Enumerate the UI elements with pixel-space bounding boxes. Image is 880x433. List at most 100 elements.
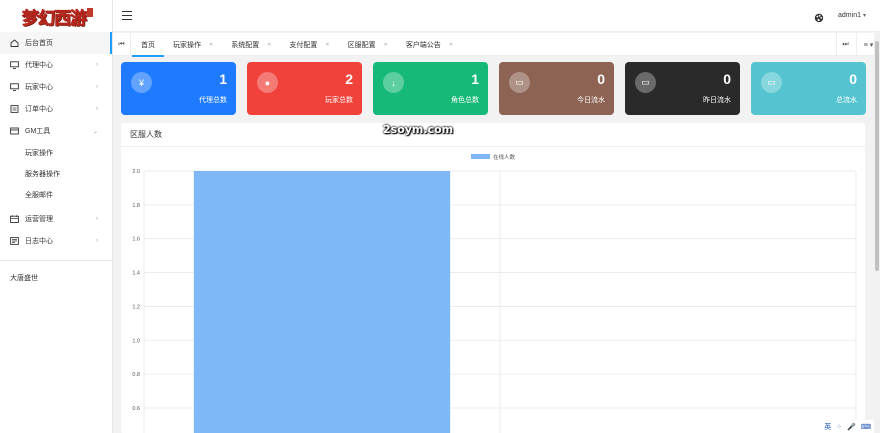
sidebar: 梦幻西游 后台首页代理中心 › 玩家中心 › 订单中心 › GM工具 ⌄ 玩家操作 服务器操作全…: [0, 0, 113, 433]
tab[interactable]: 玩家操作 ✕: [164, 33, 222, 56]
tab[interactable]: 系统配置 ✕: [222, 33, 280, 56]
yen-icon: ¥: [131, 72, 152, 93]
tab-bar: ⏮ 首页 玩家操作 ✕ 系统配置 ✕ 支付配置 ✕ 区服配置 ✕ 客户端公告 ✕ ⏭ ≡ ▾: [113, 33, 880, 57]
page-scrollbar[interactable]: [874, 33, 880, 433]
tab-close-icon[interactable]: ✕: [384, 42, 388, 48]
stat-value: 0: [849, 71, 857, 87]
tab[interactable]: 支付配置 ✕: [280, 33, 338, 56]
message-icon: ▭: [635, 72, 656, 93]
tab-list: 首页 玩家操作 ✕ 系统配置 ✕ 支付配置 ✕ 区服配置 ✕ 客户端公告 ✕: [132, 33, 462, 57]
chevron-right-icon: ›: [96, 62, 98, 68]
user-icon: ●: [257, 72, 278, 93]
chevron-right-icon: ›: [96, 216, 98, 222]
sidebar-item[interactable]: 后台首页: [0, 32, 112, 54]
monitor-icon: [10, 83, 19, 91]
stat-label: 总流水: [836, 97, 857, 104]
tab[interactable]: 首页: [132, 33, 164, 57]
logo-tag: [87, 7, 93, 17]
log-icon: [10, 237, 19, 245]
user-name: admin1: [838, 12, 861, 19]
tab-label: 客户端公告: [405, 41, 441, 49]
sidebar-menu-2: 运营管理 › 日志中心 ›: [0, 208, 112, 252]
legend-swatch: [471, 154, 490, 159]
stat-cards: ¥1 代理总数 ● 2 玩家总数 ↓ 1 角色总数 ▭ 0 今日流水 ▭ 0 昨日流水 ▭ 0 总流水: [121, 62, 866, 115]
y-tick-label: 1.4: [132, 271, 140, 277]
stat-value: 1: [219, 71, 227, 87]
message-icon: ▭: [509, 72, 530, 93]
stat-value: 1: [471, 71, 479, 87]
sidebar-footer-item[interactable]: 大唐盛世: [0, 267, 112, 289]
y-tick-label: 2.0: [132, 169, 140, 175]
tab-label: 系统配置: [231, 41, 260, 49]
bar-chart: 2.0 1.8 1.6 1.4 1.2 1.0 0.8 0.6 在线人数: [132, 153, 857, 433]
ime-punct-icon[interactable]: ⁘: [836, 423, 842, 431]
sidebar-item-label: 玩家中心: [25, 84, 53, 91]
stat-label: 今日流水: [577, 97, 605, 104]
tab[interactable]: 客户端公告 ✕: [397, 33, 462, 56]
sidebar-subitem[interactable]: 服务器操作: [0, 163, 112, 184]
gm-submenu: 玩家操作 服务器操作 全服邮件: [0, 142, 112, 205]
stat-card[interactable]: ▭ 0 总流水: [751, 62, 866, 115]
sidebar-item[interactable]: GM工具 ⌄: [0, 120, 112, 142]
chevron-right-icon: ›: [96, 238, 98, 244]
y-tick-label: 1.6: [132, 237, 140, 243]
panel-title: 区服人数: [121, 123, 865, 147]
chevron-right-icon: ›: [96, 106, 98, 112]
sidebar-item[interactable]: 日志中心 ›: [0, 230, 112, 252]
tab-close-icon[interactable]: ✕: [449, 42, 453, 48]
menu-toggle-icon[interactable]: [122, 11, 132, 20]
tab-label: 区服配置: [347, 41, 376, 49]
chart-panel: 区服人数 2.0 1.8 1.6 1.4 1.2 1.0 0.8 0.6 在线人数: [121, 123, 865, 433]
sidebar-menu: 后台首页代理中心 › 玩家中心 › 订单中心 › GM工具 ⌄: [0, 32, 112, 142]
logo-art: 梦幻西游: [22, 4, 93, 29]
tools-icon: [10, 127, 19, 135]
tab-close-icon[interactable]: ✕: [267, 42, 271, 48]
stat-card[interactable]: ● 2 玩家总数: [247, 62, 362, 115]
stat-label: 角色总数: [451, 97, 479, 104]
sidebar-subitem[interactable]: 玩家操作: [0, 142, 112, 163]
stat-card[interactable]: ↓ 1 角色总数: [373, 62, 488, 115]
sidebar-item[interactable]: 代理中心 ›: [0, 54, 112, 76]
y-tick-label: 0.8: [132, 372, 140, 378]
logo-text: 梦幻西游: [22, 8, 88, 29]
sidebar-subitem[interactable]: 全服邮件: [0, 184, 112, 205]
tab-label: 首页: [141, 41, 155, 49]
sidebar-item-label: 订单中心: [25, 106, 53, 113]
chevron-right-icon: ›: [96, 84, 98, 90]
stat-card[interactable]: ▭ 0 昨日流水: [625, 62, 740, 115]
stat-value: 0: [597, 71, 605, 87]
download-icon: ↓: [383, 72, 404, 93]
top-header: admin1 ▾: [113, 0, 880, 32]
stat-card[interactable]: ¥1 代理总数: [121, 62, 236, 115]
user-menu[interactable]: admin1 ▾: [838, 12, 866, 19]
stat-label: 玩家总数: [325, 97, 353, 104]
stat-card[interactable]: ▭ 0 今日流水: [499, 62, 614, 115]
stat-label: 代理总数: [199, 97, 227, 104]
tab-close-icon[interactable]: ✕: [209, 42, 213, 48]
sidebar-item-label: 后台首页: [25, 40, 53, 47]
palette-icon[interactable]: [814, 10, 824, 28]
sidebar-footer-label: 大唐盛世: [10, 275, 38, 282]
logo[interactable]: 梦幻西游: [0, 0, 112, 32]
stat-label: 昨日流水: [703, 97, 731, 104]
calendar-icon: [10, 215, 19, 223]
tab-next-button[interactable]: ⏭: [836, 33, 854, 56]
ime-lang-icon[interactable]: 英: [824, 422, 831, 432]
tab[interactable]: 区服配置 ✕: [339, 33, 397, 56]
scroll-thumb[interactable]: [875, 41, 879, 271]
tab-close-icon[interactable]: ✕: [325, 42, 329, 48]
app-root: 梦幻西游 后台首页代理中心 › 玩家中心 › 订单中心 › GM工具 ⌄ 玩家操作 服务器操作全…: [0, 0, 880, 433]
stat-value: 2: [345, 71, 353, 87]
ime-mic-icon[interactable]: 🎤: [847, 423, 856, 431]
user-caret-icon: ▾: [862, 13, 866, 19]
legend-label: 在线人数: [493, 153, 516, 161]
ime-keyboard-icon[interactable]: ⌨: [861, 423, 871, 431]
sidebar-item[interactable]: 订单中心 ›: [0, 98, 112, 120]
stat-value: 0: [723, 71, 731, 87]
y-tick-label: 0.6: [132, 406, 140, 412]
tab-prev-button[interactable]: ⏮: [113, 33, 131, 56]
sidebar-divider: [0, 260, 112, 261]
sidebar-item[interactable]: 玩家中心 ›: [0, 76, 112, 98]
home-icon: [10, 39, 19, 47]
sidebar-item[interactable]: 运营管理 ›: [0, 208, 112, 230]
